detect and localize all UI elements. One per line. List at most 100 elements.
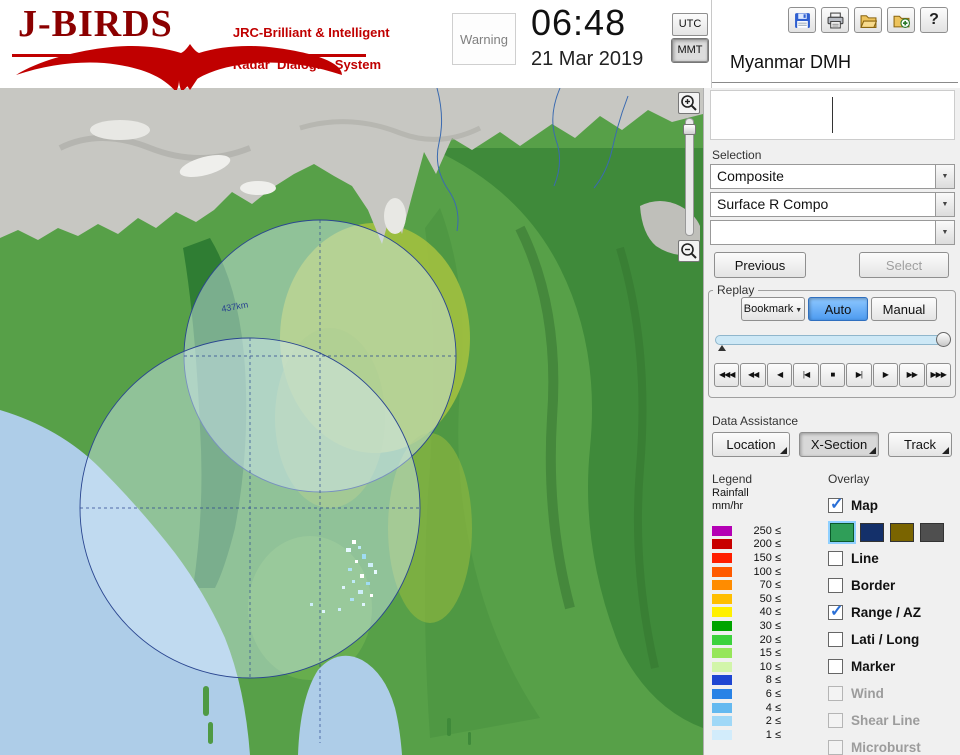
bookmark-button[interactable]: Bookmark ▼ (741, 297, 805, 321)
forward-continuous-button[interactable]: ▶▶▶ (925, 363, 951, 387)
legend-color-swatch (712, 607, 732, 618)
track-button[interactable]: Track (888, 432, 952, 457)
last-frame-button[interactable]: ▶| (846, 363, 872, 387)
radar-map[interactable]: 437km (0, 88, 703, 755)
map-checkbox[interactable]: ✓ (828, 496, 843, 513)
overlay-option-label: Map (851, 498, 878, 513)
mmt-button[interactable]: MMT (671, 38, 709, 63)
legend-value-label: 8 ≤ (765, 674, 781, 687)
save-icon (794, 12, 810, 28)
help-button[interactable]: ? (920, 7, 948, 33)
range-az-checkbox[interactable]: ✓ (828, 603, 843, 620)
save-button[interactable] (788, 7, 816, 33)
overlay-row-range-az: ✓ Range / AZ (828, 599, 958, 626)
zoom-in-icon (681, 95, 697, 111)
print-button[interactable] (821, 7, 849, 33)
overlay-row-microburst: Microburst (828, 734, 958, 755)
lati-long-checkbox[interactable] (828, 632, 843, 647)
legend-row: 40 ≤ (712, 606, 781, 620)
chevron-down-icon: ▼ (941, 229, 949, 236)
zoom-controls (676, 90, 702, 274)
replay-group: Replay Bookmark ▼ Auto Manual ◀◀◀ ◀◀ ◀ |◀… (708, 283, 956, 398)
map-color-swatch[interactable] (860, 522, 884, 542)
zoom-out-icon (681, 243, 697, 259)
check-icon: ✓ (830, 496, 844, 513)
legend-row: 150 ≤ (712, 551, 781, 565)
open-folder-button[interactable] (854, 7, 882, 33)
add-folder-button[interactable] (887, 7, 915, 33)
legend-color-swatch (712, 716, 732, 727)
utc-button[interactable]: UTC (672, 13, 708, 36)
stop-button[interactable]: ■ (819, 363, 846, 387)
warning-button[interactable]: Warning (452, 13, 516, 65)
legend-color-swatch (712, 580, 732, 591)
legend-label: Legend (712, 472, 753, 486)
first-frame-button[interactable]: |◀ (793, 363, 819, 387)
rewind-continuous-button[interactable]: ◀◀◀ (714, 363, 740, 387)
auto-mode-button[interactable]: Auto (808, 297, 868, 321)
selection-list-box[interactable] (710, 90, 955, 140)
line-checkbox[interactable] (828, 551, 843, 566)
product-combo-button[interactable]: ▼ (935, 193, 954, 216)
corner-arrow-icon (780, 447, 787, 454)
composite-combo[interactable]: Composite ▼ (710, 164, 955, 189)
overlay-option-label: Border (851, 578, 896, 593)
legend-value-label: 15 ≤ (759, 647, 781, 660)
overlay-option-label: Lati / Long (851, 632, 920, 647)
zoom-slider[interactable] (682, 118, 696, 236)
playback-controls: ◀◀◀ ◀◀ ◀ |◀ ■ ▶| ▶ ▶▶ ▶▶▶ (714, 363, 951, 387)
forward-fast-button[interactable]: ▶▶ (899, 363, 925, 387)
data-assistance-label: Data Assistance (712, 414, 799, 428)
timezone-toggle: UTC MMT (671, 13, 709, 65)
legend-row: 10 ≤ (712, 660, 781, 674)
overlay-option-label: Microburst (851, 740, 921, 755)
select-button[interactable]: Select (859, 252, 949, 278)
legend-color-swatch (712, 688, 732, 699)
zoom-in-button[interactable] (678, 92, 700, 114)
map-color-swatch[interactable] (828, 520, 856, 544)
replay-modes: Bookmark ▼ Auto Manual (741, 297, 937, 321)
composite-combo-button[interactable]: ▼ (935, 165, 954, 188)
legend-color-swatch (712, 661, 732, 672)
overlay-row-line: Line (828, 545, 958, 572)
step-back-button[interactable]: ◀ (766, 363, 793, 387)
sub-product-combo[interactable]: ▼ (710, 220, 955, 245)
zoom-slider-thumb[interactable] (682, 124, 696, 135)
legend-row: 200 ≤ (712, 538, 781, 552)
legend-row: 4 ≤ (712, 701, 781, 715)
border-checkbox[interactable] (828, 578, 843, 593)
overlay-row-lati-long: Lati / Long (828, 626, 958, 653)
map-color-swatch[interactable] (920, 522, 944, 542)
legend-value-label: 150 ≤ (753, 551, 781, 564)
previous-button[interactable]: Previous (714, 252, 806, 278)
replay-timeline-slider[interactable] (715, 332, 951, 351)
legend-unit-line2: mm/hr (712, 500, 744, 512)
sub-product-combo-value (711, 221, 935, 244)
location-button[interactable]: Location (712, 432, 790, 457)
rewind-fast-button[interactable]: ◀◀ (740, 363, 766, 387)
legend-value-label: 100 ≤ (753, 565, 781, 578)
map-color-swatch[interactable] (890, 522, 914, 542)
replay-slider-thumb[interactable] (936, 332, 951, 347)
track-label: Track (903, 437, 937, 452)
legend-row: 8 ≤ (712, 674, 781, 688)
legend-value-label: 2 ≤ (765, 715, 781, 728)
product-combo[interactable]: Surface R Compo ▼ (710, 192, 955, 217)
zoom-out-button[interactable] (678, 240, 700, 262)
marker-checkbox[interactable] (828, 659, 843, 674)
folder-plus-icon (893, 15, 910, 28)
logo-tagline-1: JRC-Brilliant & Intelligent (232, 25, 390, 40)
overlay-option-label: Range / AZ (851, 605, 922, 620)
sub-product-combo-button[interactable]: ▼ (935, 221, 954, 244)
x-section-button[interactable]: X-Section (799, 432, 879, 457)
station-name: Myanmar DMH (730, 52, 852, 72)
legend-value-label: 70 ≤ (759, 579, 781, 592)
legend-value-label: 30 ≤ (759, 619, 781, 632)
manual-mode-button[interactable]: Manual (871, 297, 937, 321)
legend-row: 50 ≤ (712, 592, 781, 606)
step-forward-button[interactable]: ▶ (872, 363, 899, 387)
legend-row: 250 ≤ (712, 524, 781, 538)
legend-value-label: 6 ≤ (765, 687, 781, 700)
legend-row: 1 ≤ (712, 728, 781, 742)
location-label: Location (726, 437, 776, 452)
